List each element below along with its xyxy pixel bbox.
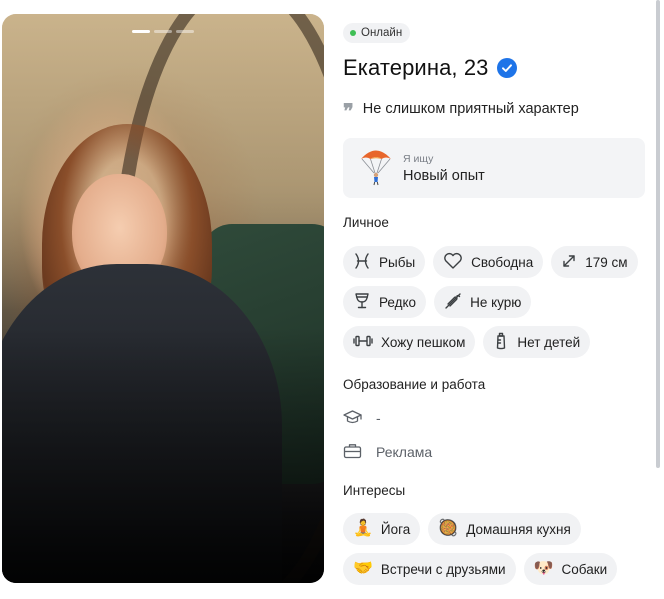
photo-page-indicator[interactable] [132, 30, 150, 33]
parachute-icon [359, 146, 393, 191]
name-row: Екатерина, 23 [343, 55, 646, 81]
profile-name-age: Екатерина, 23 [343, 55, 489, 80]
graduation-cap-icon [343, 409, 362, 428]
photo-bottom-shade [2, 326, 324, 583]
chip-sport[interactable]: Хожу пешком [343, 326, 476, 358]
chip-label: Нет детей [517, 334, 581, 350]
scrollbar[interactable] [656, 0, 660, 468]
seeking-card: Я ищу Новый опыт [343, 138, 645, 198]
chip-label: Собаки [561, 561, 608, 577]
dog-icon: 🐶 [533, 560, 554, 577]
height-arrows-icon [561, 253, 577, 272]
chip-height[interactable]: 179 см [551, 246, 638, 278]
online-dot-icon [350, 30, 356, 36]
personal-section-title: Личное [343, 215, 389, 230]
chip-interest-dogs[interactable]: 🐶 Собаки [523, 553, 618, 585]
about-text: Не слишком приятный характер [362, 101, 579, 117]
profile-info: Онлайн Екатерина, 23 ❞ Не слишком приятн… [343, 23, 646, 585]
dumbbell-icon [353, 333, 373, 352]
chip-label: 179 см [585, 254, 628, 270]
handshake-icon: 🤝 [353, 560, 373, 577]
about-row: ❞ Не слишком приятный характер [343, 97, 646, 121]
chip-interest-cooking[interactable]: 🥘 Домашняя кухня [428, 513, 581, 545]
chip-zodiac[interactable]: Рыбы [343, 246, 426, 278]
chip-label: Рыбы [379, 254, 416, 270]
interests-section-title: Интересы [343, 483, 406, 498]
education-value: - [376, 410, 381, 426]
quote-icon: ❞ [343, 99, 354, 123]
chip-label: Свободна [471, 254, 534, 270]
chip-label: Не курю [470, 294, 522, 310]
photo-pagination [2, 30, 324, 33]
chip-interest-yoga[interactable]: 🧘 Йога [343, 513, 421, 545]
chip-interest-friends[interactable]: 🤝 Встречи с друзьями [343, 553, 516, 585]
chip-children[interactable]: Нет детей [483, 326, 591, 358]
work-value: Реклама [376, 444, 433, 460]
personal-chips: Рыбы Свободна 179 см Редко Не курю Хожу … [343, 246, 649, 358]
no-smoking-icon [444, 292, 462, 313]
interest-chips: 🧘 Йога 🥘 Домашняя кухня 🤝 Встречи с друз… [343, 513, 649, 585]
cooking-icon: 🥘 [438, 520, 459, 537]
seeking-text: Я ищу Новый опыт [403, 153, 485, 184]
chip-relationship[interactable]: Свободна [433, 246, 544, 278]
education-section-title: Образование и работа [343, 377, 486, 392]
chip-label: Хожу пешком [381, 334, 466, 350]
chip-alcohol[interactable]: Редко [343, 286, 427, 318]
seeking-value: Новый опыт [403, 167, 485, 184]
verified-check-icon [496, 58, 517, 78]
chip-label: Встречи с друзьями [380, 561, 506, 577]
wine-glass-icon [353, 292, 371, 313]
chip-label: Йога [380, 521, 411, 537]
photo-page-indicator[interactable] [176, 30, 194, 33]
briefcase-icon [343, 443, 362, 462]
seeking-label: Я ищу [403, 152, 434, 165]
baby-bottle-icon [493, 332, 509, 353]
yoga-icon: 🧘 [353, 520, 373, 537]
photo-page-indicator[interactable] [154, 30, 172, 33]
online-status-badge: Онлайн [343, 23, 411, 43]
pisces-icon [353, 252, 371, 273]
heart-icon [443, 252, 463, 273]
profile-photo[interactable] [2, 14, 324, 583]
work-row: Реклама [343, 442, 646, 462]
chip-label: Домашняя кухня [466, 521, 571, 537]
chip-smoking[interactable]: Не курю [434, 286, 532, 318]
chip-label: Редко [379, 294, 417, 310]
education-row: - [343, 408, 646, 428]
online-status-label: Онлайн [361, 27, 403, 39]
